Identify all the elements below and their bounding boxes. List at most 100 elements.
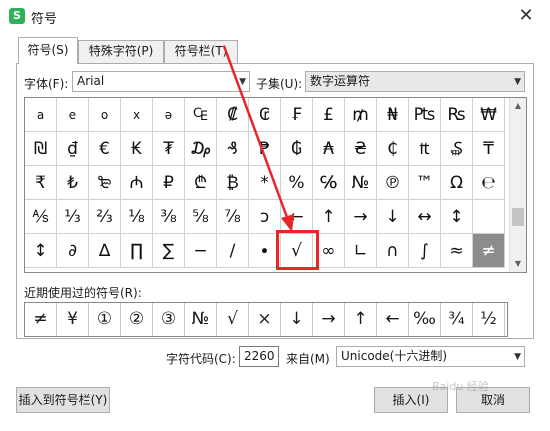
symbol-cell[interactable]: Ω: [441, 166, 473, 200]
symbol-cell[interactable]: √: [281, 234, 313, 268]
symbol-cell[interactable]: ≠: [473, 234, 505, 268]
symbol-cell[interactable]: ₴: [345, 132, 377, 166]
recent-symbol-cell[interactable]: ③: [153, 303, 185, 336]
symbol-cell[interactable]: ™: [409, 166, 441, 200]
tab-special-characters[interactable]: 特殊字符(P): [78, 40, 164, 63]
symbol-cell[interactable]: ∞: [313, 234, 345, 268]
symbol-cell[interactable]: *: [249, 166, 281, 200]
symbol-cell[interactable]: ₶: [409, 132, 441, 166]
recent-symbol-cell[interactable]: ‰: [409, 303, 441, 336]
symbol-cell[interactable]: ∆: [89, 234, 121, 268]
symbol-cell[interactable]: ₠: [185, 98, 217, 132]
symbol-cell[interactable]: ₾: [185, 166, 217, 200]
symbol-cell[interactable]: ₺: [57, 166, 89, 200]
symbol-cell[interactable]: ≈: [441, 234, 473, 268]
recent-symbol-cell[interactable]: ←: [377, 303, 409, 336]
tab-symbol-bar[interactable]: 符号栏(T): [164, 40, 238, 63]
recent-symbol-cell[interactable]: ↑: [345, 303, 377, 336]
symbol-cell[interactable]: ⅍: [25, 200, 57, 234]
symbol-cell[interactable]: ℅: [313, 166, 345, 200]
symbol-cell[interactable]: −: [185, 234, 217, 268]
symbol-cell[interactable]: →: [345, 200, 377, 234]
symbol-cell[interactable]: ∩: [377, 234, 409, 268]
symbol-cell[interactable]: ₯: [185, 132, 217, 166]
symbol-cell[interactable]: %: [281, 166, 313, 200]
subset-select[interactable]: 数字运算符 ▼: [305, 71, 525, 92]
recent-symbol-cell[interactable]: ≠: [25, 303, 57, 336]
recent-symbol-cell[interactable]: ¾: [441, 303, 473, 336]
symbol-cell[interactable]: ₥: [345, 98, 377, 132]
symbol-cell[interactable]: ₹: [25, 166, 57, 200]
symbol-cell[interactable]: ₱: [249, 132, 281, 166]
symbol-cell[interactable]: ⅜: [153, 200, 185, 234]
recent-symbol-cell[interactable]: №: [185, 303, 217, 336]
symbol-cell[interactable]: ₣: [281, 98, 313, 132]
symbol-cell[interactable]: ↕: [25, 234, 57, 268]
recent-symbol-cell[interactable]: ×: [249, 303, 281, 336]
tab-symbols[interactable]: 符号(S): [18, 37, 78, 64]
symbol-cell[interactable]: ∟: [345, 234, 377, 268]
symbol-cell[interactable]: ₡: [217, 98, 249, 132]
cancel-button[interactable]: 取消: [456, 387, 530, 413]
symbol-cell[interactable]: ₦: [377, 98, 409, 132]
recent-symbol-cell[interactable]: √: [217, 303, 249, 336]
recent-symbol-cell[interactable]: ①: [89, 303, 121, 336]
symbol-cell[interactable]: ₻: [89, 166, 121, 200]
symbol-cell[interactable]: ℮: [473, 166, 505, 200]
symbol-cell[interactable]: ⅓: [57, 200, 89, 234]
font-select[interactable]: Arial ▼: [72, 71, 250, 92]
recent-symbol-cell[interactable]: ½: [473, 303, 505, 336]
symbol-cell[interactable]: [473, 200, 505, 234]
symbol-cell[interactable]: ₰: [217, 132, 249, 166]
symbol-cell[interactable]: e: [57, 98, 89, 132]
symbol-cell[interactable]: ₢: [249, 98, 281, 132]
symbol-cell[interactable]: ₭: [121, 132, 153, 166]
symbol-cell[interactable]: ₷: [441, 132, 473, 166]
symbol-cell[interactable]: ₸: [473, 132, 505, 166]
scroll-thumb[interactable]: [512, 208, 524, 226]
symbol-cell[interactable]: ₼: [121, 166, 153, 200]
symbol-cell[interactable]: €: [89, 132, 121, 166]
scroll-up-icon[interactable]: ▲: [510, 98, 526, 114]
symbol-cell[interactable]: ₿: [217, 166, 249, 200]
symbol-cell[interactable]: ∏: [121, 234, 153, 268]
vertical-scrollbar[interactable]: ▲ ▼: [509, 98, 526, 272]
symbol-cell[interactable]: ⅔: [89, 200, 121, 234]
symbol-cell[interactable]: a: [25, 98, 57, 132]
recent-symbol-cell[interactable]: ↓: [281, 303, 313, 336]
insert-button[interactable]: 插入(I): [374, 387, 448, 413]
symbol-cell[interactable]: ←: [281, 200, 313, 234]
symbol-cell[interactable]: £: [313, 98, 345, 132]
symbol-cell[interactable]: o: [89, 98, 121, 132]
symbol-cell[interactable]: ₩: [473, 98, 505, 132]
char-code-input[interactable]: 2260: [239, 346, 279, 367]
symbol-cell[interactable]: №: [345, 166, 377, 200]
symbol-cell[interactable]: ₨: [441, 98, 473, 132]
close-icon[interactable]: ✕: [514, 4, 538, 28]
symbol-cell[interactable]: ⅛: [121, 200, 153, 234]
symbol-cell[interactable]: ↔: [409, 200, 441, 234]
symbol-cell[interactable]: ₲: [281, 132, 313, 166]
recent-symbol-cell[interactable]: →: [313, 303, 345, 336]
symbol-cell[interactable]: ℗: [377, 166, 409, 200]
symbol-cell[interactable]: ∕: [217, 234, 249, 268]
recent-symbol-cell[interactable]: ¥: [57, 303, 89, 336]
symbol-cell[interactable]: ⅝: [185, 200, 217, 234]
symbol-cell[interactable]: ∑: [153, 234, 185, 268]
symbol-cell[interactable]: ↕: [441, 200, 473, 234]
symbol-cell[interactable]: ∙: [249, 234, 281, 268]
symbol-cell[interactable]: ₳: [313, 132, 345, 166]
symbol-cell[interactable]: ↄ: [249, 200, 281, 234]
symbol-cell[interactable]: ₽: [153, 166, 185, 200]
symbol-cell[interactable]: ₵: [377, 132, 409, 166]
symbol-cell[interactable]: ↑: [313, 200, 345, 234]
symbol-cell[interactable]: x: [121, 98, 153, 132]
recent-symbol-cell[interactable]: ②: [121, 303, 153, 336]
symbol-cell[interactable]: ə: [153, 98, 185, 132]
symbol-cell[interactable]: ↓: [377, 200, 409, 234]
symbol-cell[interactable]: ₮: [153, 132, 185, 166]
symbol-cell[interactable]: ₧: [409, 98, 441, 132]
scroll-down-icon[interactable]: ▼: [510, 256, 526, 272]
from-select[interactable]: Unicode(十六进制) ▼: [336, 346, 525, 367]
symbol-cell[interactable]: ⅞: [217, 200, 249, 234]
